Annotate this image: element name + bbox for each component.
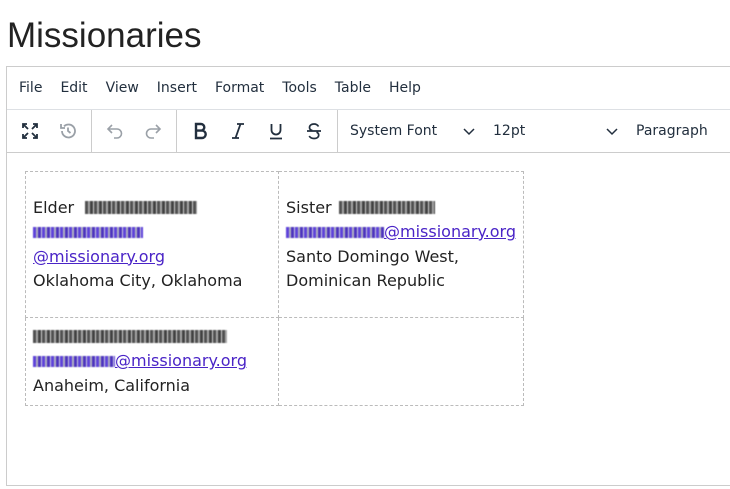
email-link[interactable]: @missionary.org — [286, 222, 516, 241]
menu-file[interactable]: File — [11, 78, 50, 98]
chevron-down-icon — [606, 128, 618, 136]
strikethrough-button[interactable] — [297, 114, 331, 148]
toolbar-group-selects: System Font 12pt Paragraph — [338, 110, 730, 153]
toolbar-group-view — [7, 109, 92, 153]
redacted-email-user — [286, 227, 384, 238]
redacted-email-user — [33, 227, 143, 238]
menu-format[interactable]: Format — [207, 78, 272, 98]
underline-icon — [270, 124, 282, 140]
redacted-name — [85, 200, 198, 214]
redacted-name — [33, 329, 227, 343]
block-format-value: Paragraph — [636, 123, 708, 139]
location-text: Oklahoma City, Oklahoma — [33, 271, 243, 290]
rich-text-editor: File Edit View Insert Format Tools Table… — [6, 66, 730, 486]
toolbar: System Font 12pt Paragraph — [7, 109, 730, 153]
menu-help[interactable]: Help — [381, 78, 429, 98]
email-domain: @missionary.org — [384, 222, 516, 241]
chevron-down-icon — [463, 128, 475, 136]
toolbar-group-formatting — [177, 109, 338, 153]
fullscreen-icon — [22, 123, 38, 139]
menu-table[interactable]: Table — [327, 78, 379, 98]
location-text: Anaheim, California — [33, 375, 191, 395]
toolbar-group-undo — [92, 109, 177, 153]
title-prefix: Elder — [33, 197, 75, 217]
table-cell-empty[interactable] — [278, 317, 524, 406]
menu-view[interactable]: View — [98, 78, 147, 98]
redo-icon — [145, 124, 162, 139]
block-format-select[interactable]: Paragraph — [628, 114, 730, 148]
bold-icon — [194, 122, 207, 140]
title-prefix: Sister — [286, 197, 332, 217]
table-cell[interactable]: @missionary.org Anaheim, California — [25, 317, 279, 406]
italic-icon — [232, 123, 244, 139]
location-text: Dominican Republic — [286, 271, 445, 290]
email-domain: @missionary.org — [33, 246, 165, 266]
table-cell[interactable]: Elder @missionary.org Oklahoma City, Okl… — [25, 171, 279, 318]
location-text: Santo Domingo West, — [286, 246, 459, 266]
history-icon — [60, 123, 76, 139]
font-size-value: 12pt — [493, 123, 526, 139]
missionaries-table: Elder @missionary.org Oklahoma City, Okl… — [25, 171, 524, 406]
strikethrough-icon — [307, 123, 321, 140]
fullscreen-button[interactable] — [13, 114, 47, 148]
menu-tools[interactable]: Tools — [274, 78, 325, 98]
undo-button[interactable] — [98, 114, 132, 148]
table-cell[interactable]: Sister @missionary.org Santo Domingo Wes… — [278, 171, 524, 318]
menubar: File Edit View Insert Format Tools Table… — [7, 67, 730, 110]
redo-button[interactable] — [136, 114, 170, 148]
menu-insert[interactable]: Insert — [149, 78, 205, 98]
redacted-email-user — [33, 356, 115, 368]
underline-button[interactable] — [259, 114, 293, 148]
table-row: Elder @missionary.org Oklahoma City, Okl… — [25, 171, 524, 318]
email-domain: @missionary.org — [115, 351, 247, 371]
italic-button[interactable] — [221, 114, 255, 148]
page-title: Missionaries — [7, 16, 202, 55]
font-size-select[interactable]: 12pt — [485, 114, 628, 148]
history-button[interactable] — [51, 114, 85, 148]
redacted-name — [338, 200, 435, 214]
font-family-value: System Font — [350, 123, 438, 139]
email-link[interactable]: @missionary.org — [33, 222, 165, 266]
bold-button[interactable] — [183, 114, 217, 148]
menu-edit[interactable]: Edit — [52, 78, 95, 98]
font-family-select[interactable]: System Font — [342, 114, 485, 148]
email-link[interactable]: @missionary.org — [33, 351, 247, 370]
table-row: @missionary.org Anaheim, California — [25, 317, 524, 406]
undo-icon — [106, 124, 123, 139]
